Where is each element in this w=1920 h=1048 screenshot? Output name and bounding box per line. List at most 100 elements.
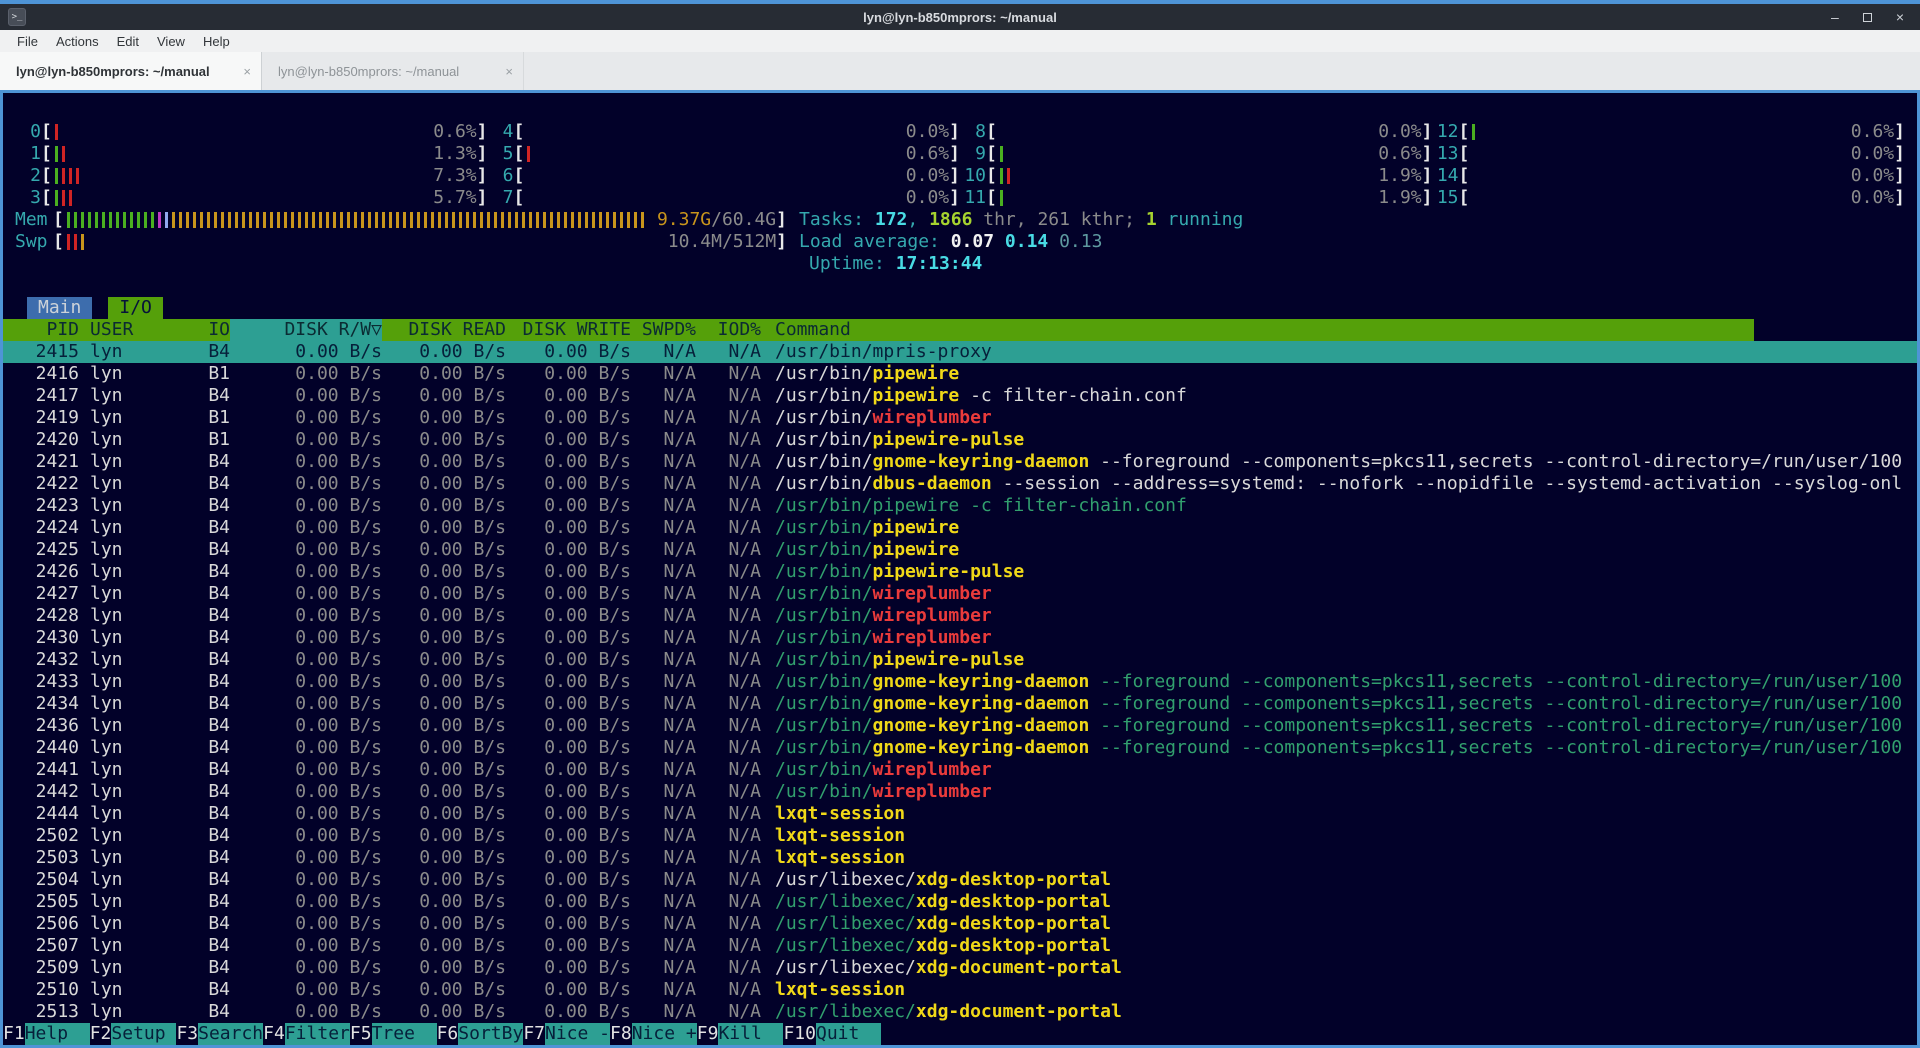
tab-close-icon[interactable]: × — [235, 64, 251, 79]
column-header-command[interactable]: Command — [761, 319, 1754, 341]
process-table: 2415lynB40.00 B/s0.00 B/s0.00 B/sN/AN/A/… — [3, 341, 1917, 1023]
process-row[interactable]: 2442lynB40.00 B/s0.00 B/s0.00 B/sN/AN/A/… — [3, 781, 1917, 803]
process-row[interactable]: 2441lynB40.00 B/s0.00 B/s0.00 B/sN/AN/A/… — [3, 759, 1917, 781]
meter-bars — [67, 212, 644, 228]
process-row[interactable]: 2503lynB40.00 B/s0.00 B/s0.00 B/sN/AN/Al… — [3, 847, 1917, 869]
process-command: /usr/bin/gnome-keyring-daemon --foregrou… — [761, 693, 1917, 715]
menu-actions[interactable]: Actions — [47, 34, 108, 49]
process-command: /usr/bin/gnome-keyring-daemon --foregrou… — [761, 737, 1917, 759]
minimize-button[interactable]: – — [1831, 10, 1839, 24]
htop-tab-main[interactable]: Main — [27, 297, 92, 319]
titlebar[interactable]: >_ lyn@lyn-b850mprors: ~/manual – × — [0, 4, 1920, 30]
process-row[interactable]: 2427lynB40.00 B/s0.00 B/s0.00 B/sN/AN/A/… — [3, 583, 1917, 605]
window-title: lyn@lyn-b850mprors: ~/manual — [0, 10, 1920, 25]
cpu-meter-14: 14[0.0%] — [1433, 165, 1906, 187]
fnkey-nice-[interactable]: F8Nice + — [610, 1023, 697, 1045]
process-row[interactable]: 2502lynB40.00 B/s0.00 B/s0.00 B/sN/AN/Al… — [3, 825, 1917, 847]
maximize-button[interactable] — [1863, 10, 1872, 24]
process-row[interactable]: 2507lynB40.00 B/s0.00 B/s0.00 B/sN/AN/A/… — [3, 935, 1917, 957]
process-row[interactable]: 2436lynB40.00 B/s0.00 B/s0.00 B/sN/AN/A/… — [3, 715, 1917, 737]
meter-bars — [55, 168, 79, 184]
fnkey-quit[interactable]: F10Quit — [783, 1023, 881, 1045]
menu-edit[interactable]: Edit — [108, 34, 148, 49]
process-row[interactable]: 2513lynB40.00 B/s0.00 B/s0.00 B/sN/AN/A/… — [3, 1001, 1917, 1023]
meter-bars — [67, 234, 84, 250]
function-key-bar: F1Help F2Setup F3SearchF4FilterF5Tree F6… — [3, 1023, 1917, 1045]
memory-meter: Mem[9.37G/60.4G] — [15, 209, 787, 231]
tasks-line: Tasks: 172, 1866 thr, 261 kthr; 1 runnin… — [787, 209, 1905, 231]
cpu-meter-3: 3[5.7%] — [15, 187, 488, 209]
tab-label: lyn@lyn-b850mprors: ~/manual — [16, 64, 210, 79]
column-header-io[interactable]: IO — [176, 319, 230, 341]
process-command: /usr/bin/gnome-keyring-daemon --foregrou… — [761, 451, 1917, 473]
process-row[interactable]: 2424lynB40.00 B/s0.00 B/s0.00 B/sN/AN/A/… — [3, 517, 1917, 539]
process-row[interactable]: 2423lynB40.00 B/s0.00 B/s0.00 B/sN/AN/A/… — [3, 495, 1917, 517]
menu-view[interactable]: View — [148, 34, 194, 49]
uptime-row: Uptime: 17:13:44 — [3, 253, 1917, 275]
process-row[interactable]: 2506lynB40.00 B/s0.00 B/s0.00 B/sN/AN/A/… — [3, 913, 1917, 935]
process-command: /usr/bin/pipewire -c filter-chain.conf — [761, 495, 1917, 517]
process-row[interactable]: 2428lynB40.00 B/s0.00 B/s0.00 B/sN/AN/A/… — [3, 605, 1917, 627]
fnkey-tree[interactable]: F5Tree — [350, 1023, 437, 1045]
process-row[interactable]: 2440lynB40.00 B/s0.00 B/s0.00 B/sN/AN/A/… — [3, 737, 1917, 759]
process-command: lxqt-session — [761, 803, 1917, 825]
fnkey-filter[interactable]: F4Filter — [263, 1023, 350, 1045]
process-row[interactable]: 2419lynB10.00 B/s0.00 B/s0.00 B/sN/AN/A/… — [3, 407, 1917, 429]
terminal-screen[interactable]: 0[0.6%]4[0.0%]8[0.0%]12[0.6%]1[1.3%]5[0.… — [0, 90, 1920, 1048]
process-command: /usr/bin/wireplumber — [761, 407, 1917, 429]
process-row[interactable]: 2433lynB40.00 B/s0.00 B/s0.00 B/sN/AN/A/… — [3, 671, 1917, 693]
menu-file[interactable]: File — [8, 34, 47, 49]
process-row[interactable]: 2505lynB40.00 B/s0.00 B/s0.00 B/sN/AN/A/… — [3, 891, 1917, 913]
process-command: /usr/libexec/xdg-desktop-portal — [761, 913, 1917, 935]
terminal-tab-active[interactable]: lyn@lyn-b850mprors: ~/manual × — [0, 52, 262, 90]
meter-bars — [1000, 190, 1003, 206]
cpu-meter-15: 15[0.0%] — [1433, 187, 1906, 209]
column-header-disk-write[interactable]: DISK WRITE — [506, 319, 631, 341]
process-row[interactable]: 2421lynB40.00 B/s0.00 B/s0.00 B/sN/AN/A/… — [3, 451, 1917, 473]
process-row[interactable]: 2425lynB40.00 B/s0.00 B/s0.00 B/sN/AN/A/… — [3, 539, 1917, 561]
process-command: /usr/bin/gnome-keyring-daemon --foregrou… — [761, 671, 1917, 693]
column-header-pid[interactable]: PID — [3, 319, 79, 341]
process-command: /usr/libexec/xdg-desktop-portal — [761, 891, 1917, 913]
column-header-user[interactable]: USER — [79, 319, 176, 341]
process-command: /usr/libexec/xdg-desktop-portal — [761, 935, 1917, 957]
process-row[interactable]: 2426lynB40.00 B/s0.00 B/s0.00 B/sN/AN/A/… — [3, 561, 1917, 583]
swap-row: Swp[10.4M/512M] Load average: 0.07 0.14 … — [3, 231, 1917, 253]
meter-bars — [55, 190, 72, 206]
cpu-meter-row: 0[0.6%]4[0.0%]8[0.0%]12[0.6%] — [3, 121, 1917, 143]
process-row[interactable]: 2420lynB10.00 B/s0.00 B/s0.00 B/sN/AN/A/… — [3, 429, 1917, 451]
process-row[interactable]: 2432lynB40.00 B/s0.00 B/s0.00 B/sN/AN/A/… — [3, 649, 1917, 671]
cpu-meter-0: 0[0.6%] — [15, 121, 488, 143]
process-command: /usr/bin/pipewire-pulse — [761, 429, 1917, 451]
process-row[interactable]: 2509lynB40.00 B/s0.00 B/s0.00 B/sN/AN/A/… — [3, 957, 1917, 979]
process-row[interactable]: 2422lynB40.00 B/s0.00 B/s0.00 B/sN/AN/A/… — [3, 473, 1917, 495]
htop-tab-io[interactable]: I/O — [108, 297, 163, 319]
process-command: /usr/bin/pipewire — [761, 363, 1917, 385]
column-header-disk-read[interactable]: DISK READ — [382, 319, 506, 341]
tab-close-icon[interactable]: × — [497, 64, 513, 79]
process-row[interactable]: 2504lynB40.00 B/s0.00 B/s0.00 B/sN/AN/A/… — [3, 869, 1917, 891]
terminal-tab-inactive[interactable]: lyn@lyn-b850mprors: ~/manual × — [262, 52, 524, 90]
fnkey-sortby[interactable]: F6SortBy — [437, 1023, 524, 1045]
process-command: /usr/libexec/xdg-desktop-portal — [761, 869, 1917, 891]
process-row[interactable]: 2510lynB40.00 B/s0.00 B/s0.00 B/sN/AN/Al… — [3, 979, 1917, 1001]
process-row[interactable]: 2417lynB40.00 B/s0.00 B/s0.00 B/sN/AN/A/… — [3, 385, 1917, 407]
column-header-disk-r-w-[interactable]: DISK R/W▽ — [230, 319, 382, 341]
process-row[interactable]: 2444lynB40.00 B/s0.00 B/s0.00 B/sN/AN/Al… — [3, 803, 1917, 825]
column-header-iod-[interactable]: IOD% — [696, 319, 761, 341]
process-command: /usr/bin/dbus-daemon --session --address… — [761, 473, 1917, 495]
process-row[interactable]: 2434lynB40.00 B/s0.00 B/s0.00 B/sN/AN/A/… — [3, 693, 1917, 715]
close-button[interactable]: × — [1896, 10, 1904, 24]
fnkey-setup[interactable]: F2Setup — [90, 1023, 177, 1045]
column-header-swpd-[interactable]: SWPD% — [631, 319, 696, 341]
process-row[interactable]: 2430lynB40.00 B/s0.00 B/s0.00 B/sN/AN/A/… — [3, 627, 1917, 649]
process-row[interactable]: 2415lynB40.00 B/s0.00 B/s0.00 B/sN/AN/A/… — [3, 341, 1917, 363]
load-average-line: Load average: 0.07 0.14 0.13 — [787, 231, 1905, 253]
fnkey-help[interactable]: F1Help — [3, 1023, 90, 1045]
meter-bars — [55, 146, 65, 162]
fnkey-nice-[interactable]: F7Nice - — [523, 1023, 610, 1045]
fnkey-kill[interactable]: F9Kill — [697, 1023, 784, 1045]
menu-help[interactable]: Help — [194, 34, 239, 49]
process-row[interactable]: 2416lynB10.00 B/s0.00 B/s0.00 B/sN/AN/A/… — [3, 363, 1917, 385]
fnkey-search[interactable]: F3Search — [176, 1023, 263, 1045]
